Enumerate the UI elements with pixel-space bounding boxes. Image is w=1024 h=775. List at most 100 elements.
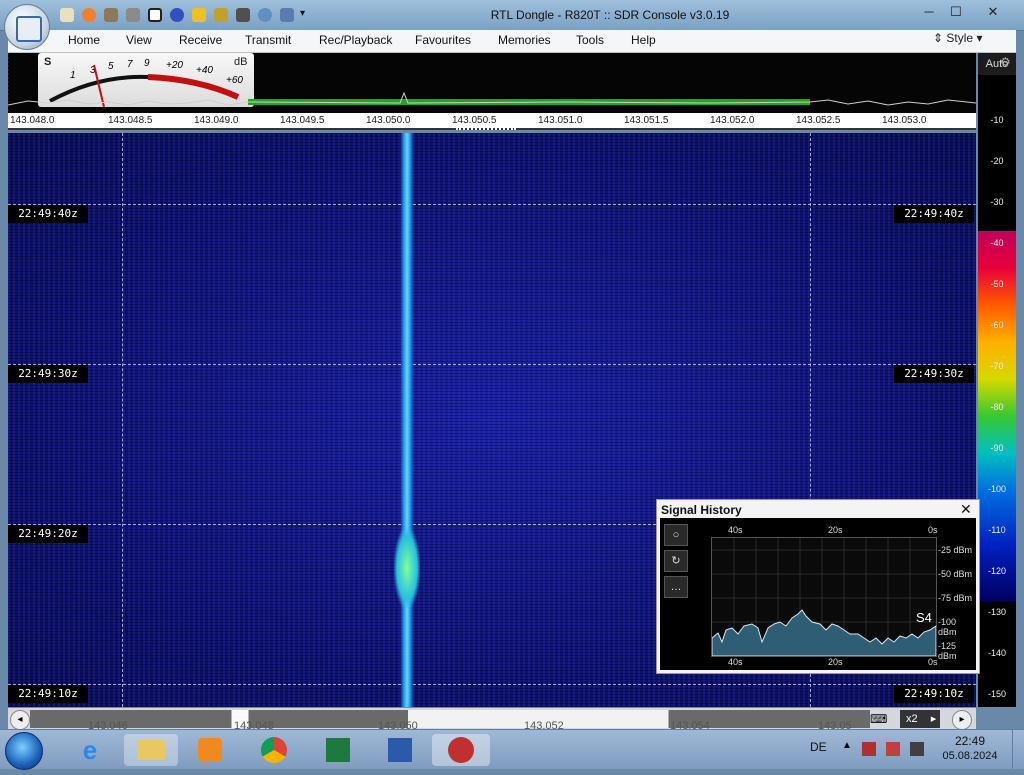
close-icon[interactable]: ✕ <box>960 501 972 518</box>
db-label: -120 <box>987 566 1006 576</box>
time-label-right: 22:49:30z <box>894 365 974 383</box>
db-label: -20 <box>990 156 1004 166</box>
style-arrows-icon: ⇕ <box>933 31 944 45</box>
settings-icon[interactable]: ⚙ <box>1000 55 1011 69</box>
style-menu[interactable]: ⇕ Style ▾ <box>933 31 982 45</box>
signal-burst <box>394 528 420 608</box>
chrome-icon[interactable] <box>254 734 294 766</box>
dbm-axis-label: -100 dBm <box>938 617 957 637</box>
star-icon[interactable] <box>192 8 206 22</box>
camera-icon[interactable] <box>236 8 250 22</box>
play-icon[interactable] <box>126 8 140 22</box>
dbm-axis-label: -125 dBm <box>938 641 957 661</box>
record-toggle-button[interactable]: ○ <box>664 524 688 546</box>
excel-icon[interactable] <box>318 734 358 766</box>
menu-favourites[interactable]: Favourites <box>415 33 471 47</box>
lifebuoy-icon[interactable] <box>82 8 96 22</box>
freq-label: 143.048.5 <box>108 115 153 126</box>
time-axis-label: 0s <box>928 657 938 667</box>
db-label: -10 <box>990 115 1004 125</box>
home-icon[interactable] <box>60 8 74 22</box>
customize-quick-access-icon[interactable]: ▾ <box>300 8 305 19</box>
db-label: -150 <box>987 689 1006 699</box>
time-axis-label: 20s <box>828 657 843 667</box>
db-label: -70 <box>990 361 1004 371</box>
freq-label: 143.051.5 <box>624 115 669 126</box>
freq-label: 143.053.0 <box>882 115 927 126</box>
freq-label: 143.050.0 <box>366 115 411 126</box>
menu-home[interactable]: Home <box>68 33 100 47</box>
show-desktop-button[interactable] <box>1012 730 1024 769</box>
monitor-icon[interactable] <box>910 742 924 756</box>
more-options-button[interactable]: … <box>664 576 688 598</box>
window-title: RTL Dongle - R820T :: SDR Console v3.0.1… <box>490 8 730 22</box>
time-axis-label: 40s <box>728 657 743 667</box>
menu-view[interactable]: View <box>126 33 152 47</box>
spectrum-trace <box>8 53 976 113</box>
menu-help[interactable]: Help <box>631 33 656 47</box>
file-explorer-icon[interactable] <box>124 734 178 766</box>
scroll-right-button[interactable]: ▸ <box>952 710 972 730</box>
zoom-button[interactable]: x2 ▸ <box>900 710 940 728</box>
time-label-right: 22:49:10z <box>894 685 974 703</box>
add-icon[interactable] <box>170 8 184 22</box>
bottom-frequency-bar: ◂ 143.046 143.048 143.050 143.052 143.05… <box>8 707 976 732</box>
time-label-left: 22:49:40z <box>8 205 88 223</box>
style-label: Style <box>946 31 974 45</box>
media-player-icon[interactable] <box>190 734 230 766</box>
db-label: -40 <box>990 238 1004 248</box>
freq-label: 143.049.0 <box>194 115 239 126</box>
reset-button[interactable]: ↻ <box>664 550 688 572</box>
signal-trace <box>400 133 414 707</box>
dbm-axis-label: -75 dBm <box>938 593 973 603</box>
grid-line <box>122 133 123 707</box>
time-label-left: 22:49:10z <box>8 685 88 703</box>
minimize-button[interactable]: ─ <box>916 3 942 21</box>
folder-icon[interactable] <box>104 8 118 22</box>
grid-line <box>8 684 976 685</box>
show-hidden-icons-icon[interactable]: ▲ <box>842 740 852 751</box>
input-language[interactable]: DE <box>810 740 827 754</box>
db-label: -60 <box>990 320 1004 330</box>
freq-label: 143.050.5 <box>452 115 497 126</box>
menu-transmit[interactable]: Transmit <box>245 33 291 47</box>
time-label-left: 22:49:30z <box>8 365 88 383</box>
signal-history-title: Signal History <box>661 503 742 517</box>
frequency-overview-scale[interactable]: 143.046 143.048 143.050 143.052 143.054 … <box>30 710 870 732</box>
application-menu-button[interactable] <box>4 4 50 50</box>
close-button[interactable]: ✕ <box>980 3 1006 21</box>
network-icon[interactable] <box>886 742 900 756</box>
spectrum-display[interactable]: S dB 1 3 5 7 9 +20 +40 +60 <box>8 53 976 113</box>
db-label: -110 <box>988 525 1006 535</box>
time-axis-label: 40s <box>728 525 743 535</box>
clock-time[interactable]: 22:49 <box>940 734 1000 748</box>
power-icon[interactable] <box>862 742 876 756</box>
undo-icon[interactable] <box>280 8 294 22</box>
play-arrow-icon: ▸ <box>930 713 937 725</box>
s-reading: S4 <box>916 610 932 625</box>
freq-label: 143.048.0 <box>10 115 55 126</box>
db-label: -80 <box>990 402 1004 412</box>
db-label: -90 <box>990 443 1004 453</box>
keyboard-icon[interactable]: ⌨ <box>870 712 887 726</box>
scroll-left-button[interactable]: ◂ <box>10 710 30 730</box>
maximize-button[interactable]: ☐ <box>943 3 969 21</box>
title-bar: ▾ RTL Dongle - R820T :: SDR Console v3.0… <box>0 0 1024 31</box>
word-icon[interactable] <box>380 734 420 766</box>
menu-receive[interactable]: Receive <box>179 33 222 47</box>
drop-icon[interactable] <box>258 8 272 22</box>
zoom-label: x2 <box>906 713 918 725</box>
start-button[interactable] <box>5 732 43 770</box>
dbm-axis-label: -50 dBm <box>938 569 973 579</box>
sdr-console-icon[interactable] <box>432 734 490 766</box>
menu-memories[interactable]: Memories <box>498 33 551 47</box>
lock-icon[interactable] <box>214 8 228 22</box>
clock-date[interactable]: 05.08.2024 <box>940 750 1000 762</box>
internet-explorer-icon[interactable]: e <box>70 734 110 766</box>
menu-rec-playback[interactable]: Rec/Playback <box>319 33 392 47</box>
stop-icon[interactable] <box>148 8 162 22</box>
menu-tools[interactable]: Tools <box>576 33 604 47</box>
grid-line <box>8 364 976 365</box>
taskbar: e DE ▲ 22:49 05.08.2024 <box>0 729 1024 770</box>
db-color-scale: Auto ⚙ -10 -20 -30 -40 -50 -60 -70 -80 -… <box>978 53 1016 707</box>
